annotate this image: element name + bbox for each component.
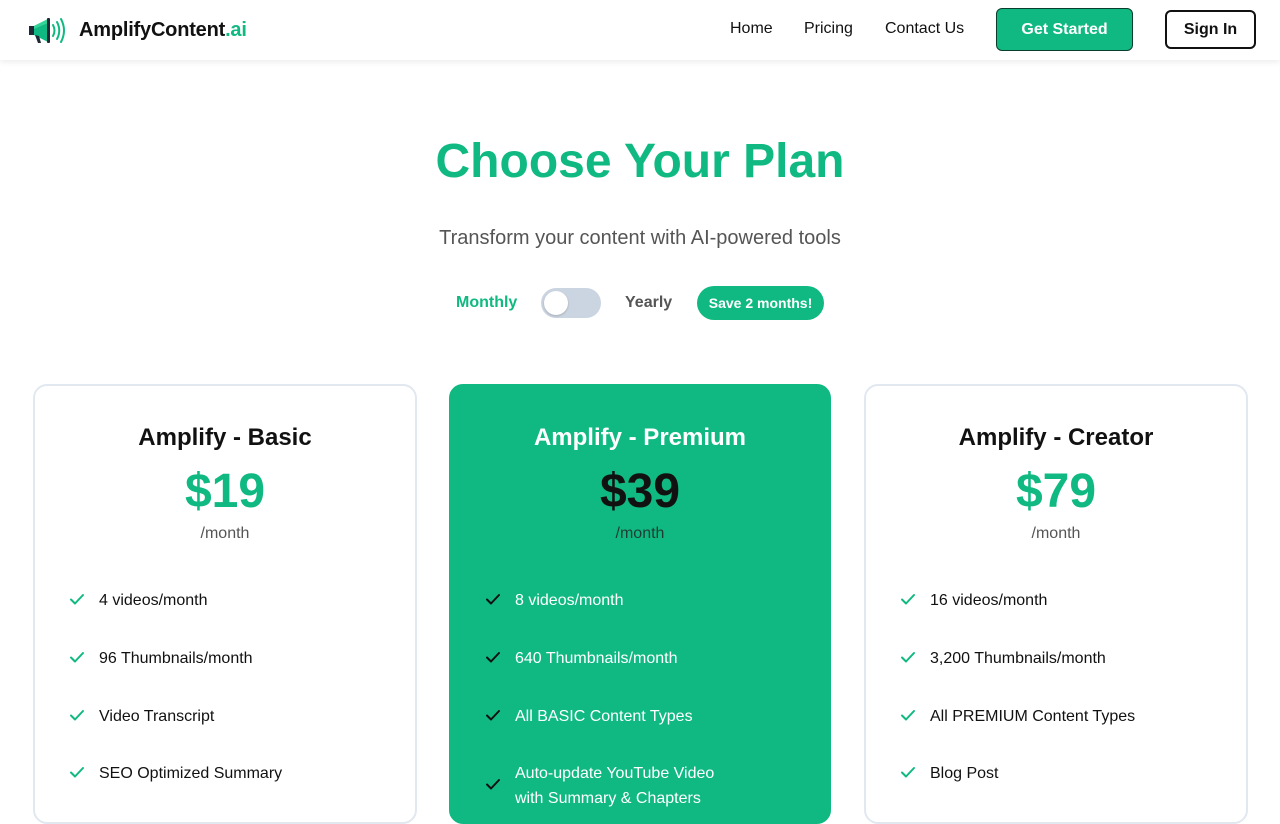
- save-badge: Save 2 months!: [697, 286, 824, 320]
- plan-name: Amplify - Creator: [958, 424, 1154, 451]
- check-icon: [70, 710, 84, 721]
- check-icon: [901, 710, 915, 721]
- toggle-knob: [544, 291, 568, 315]
- feature-text: Blog Post: [930, 765, 999, 782]
- check-icon: [70, 594, 84, 605]
- list-item: 96 Thumbnails/month: [69, 646, 389, 671]
- list-item: All BASIC Content Types: [485, 704, 805, 729]
- list-item: 8 videos/month: [485, 588, 805, 613]
- nav-home-link[interactable]: Home: [730, 20, 773, 38]
- plan-period: /month: [1031, 525, 1081, 542]
- check-icon: [901, 594, 915, 605]
- feature-text: SEO Optimized Summary: [99, 765, 283, 782]
- check-icon: [70, 652, 84, 663]
- list-item: 16 videos/month: [900, 588, 1220, 613]
- plan-price: $19: [184, 465, 266, 518]
- page-title: Choose Your Plan: [435, 135, 845, 188]
- top-navbar: AmplifyContent.ai Home Pricing Contact U…: [0, 0, 1280, 60]
- plan-card-creator: Amplify - Creator $79 /month 16 videos/m…: [864, 384, 1248, 824]
- get-started-button[interactable]: Get Started: [996, 8, 1133, 51]
- plan-card-basic: Amplify - Basic $19 /month 4 videos/mont…: [33, 384, 417, 824]
- plan-period: /month: [200, 525, 250, 542]
- feature-text: 8 videos/month: [515, 592, 624, 609]
- billing-toggle[interactable]: [541, 288, 601, 318]
- feature-text: 4 videos/month: [99, 592, 208, 609]
- list-item: SEO Optimized Summary: [69, 761, 389, 786]
- feature-text: Auto-update YouTube Video with Summary &…: [515, 765, 715, 807]
- plan-name: Amplify - Basic: [138, 424, 312, 451]
- list-item: 4 videos/month: [69, 588, 389, 613]
- plan-name: Amplify - Premium: [533, 424, 747, 451]
- check-icon: [901, 652, 915, 663]
- sign-in-button[interactable]: Sign In: [1165, 10, 1256, 49]
- yearly-label[interactable]: Yearly: [625, 294, 672, 312]
- list-item: Auto-update YouTube Video with Summary &…: [485, 761, 735, 811]
- page-subtitle: Transform your content with AI-powered t…: [439, 227, 841, 249]
- check-icon: [486, 652, 500, 663]
- brand-logo-link[interactable]: AmplifyContent.ai: [26, 14, 247, 46]
- monthly-label[interactable]: Monthly: [456, 294, 517, 312]
- list-item: Video Transcript: [69, 704, 389, 729]
- megaphone-icon: [29, 18, 65, 43]
- list-item: All PREMIUM Content Types: [900, 704, 1220, 729]
- feature-text: 640 Thumbnails/month: [515, 650, 678, 667]
- check-icon: [901, 767, 915, 778]
- feature-text: All PREMIUM Content Types: [930, 708, 1136, 725]
- feature-text: 16 videos/month: [930, 592, 1048, 609]
- feature-text: Video Transcript: [99, 708, 215, 725]
- check-icon: [486, 779, 500, 790]
- list-item: 3,200 Thumbnails/month: [900, 646, 1220, 671]
- nav-pricing-link[interactable]: Pricing: [804, 20, 853, 38]
- feature-text: 96 Thumbnails/month: [99, 650, 253, 667]
- list-item: Blog Post: [900, 761, 1220, 786]
- plan-price: $39: [599, 465, 681, 518]
- check-icon: [70, 767, 84, 778]
- check-icon: [486, 594, 500, 605]
- nav-contact-link[interactable]: Contact Us: [885, 20, 964, 38]
- plan-price: $79: [1015, 465, 1097, 518]
- plan-period: /month: [615, 525, 665, 542]
- list-item: 640 Thumbnails/month: [485, 646, 805, 671]
- check-icon: [486, 710, 500, 721]
- brand-name: AmplifyContent.ai: [79, 18, 247, 41]
- billing-period-switch: Monthly Yearly Save 2 months!: [0, 286, 1280, 320]
- feature-text: All BASIC Content Types: [515, 708, 693, 725]
- feature-text: 3,200 Thumbnails/month: [930, 650, 1106, 667]
- plan-card-premium: Amplify - Premium $39 /month 8 videos/mo…: [449, 384, 831, 824]
